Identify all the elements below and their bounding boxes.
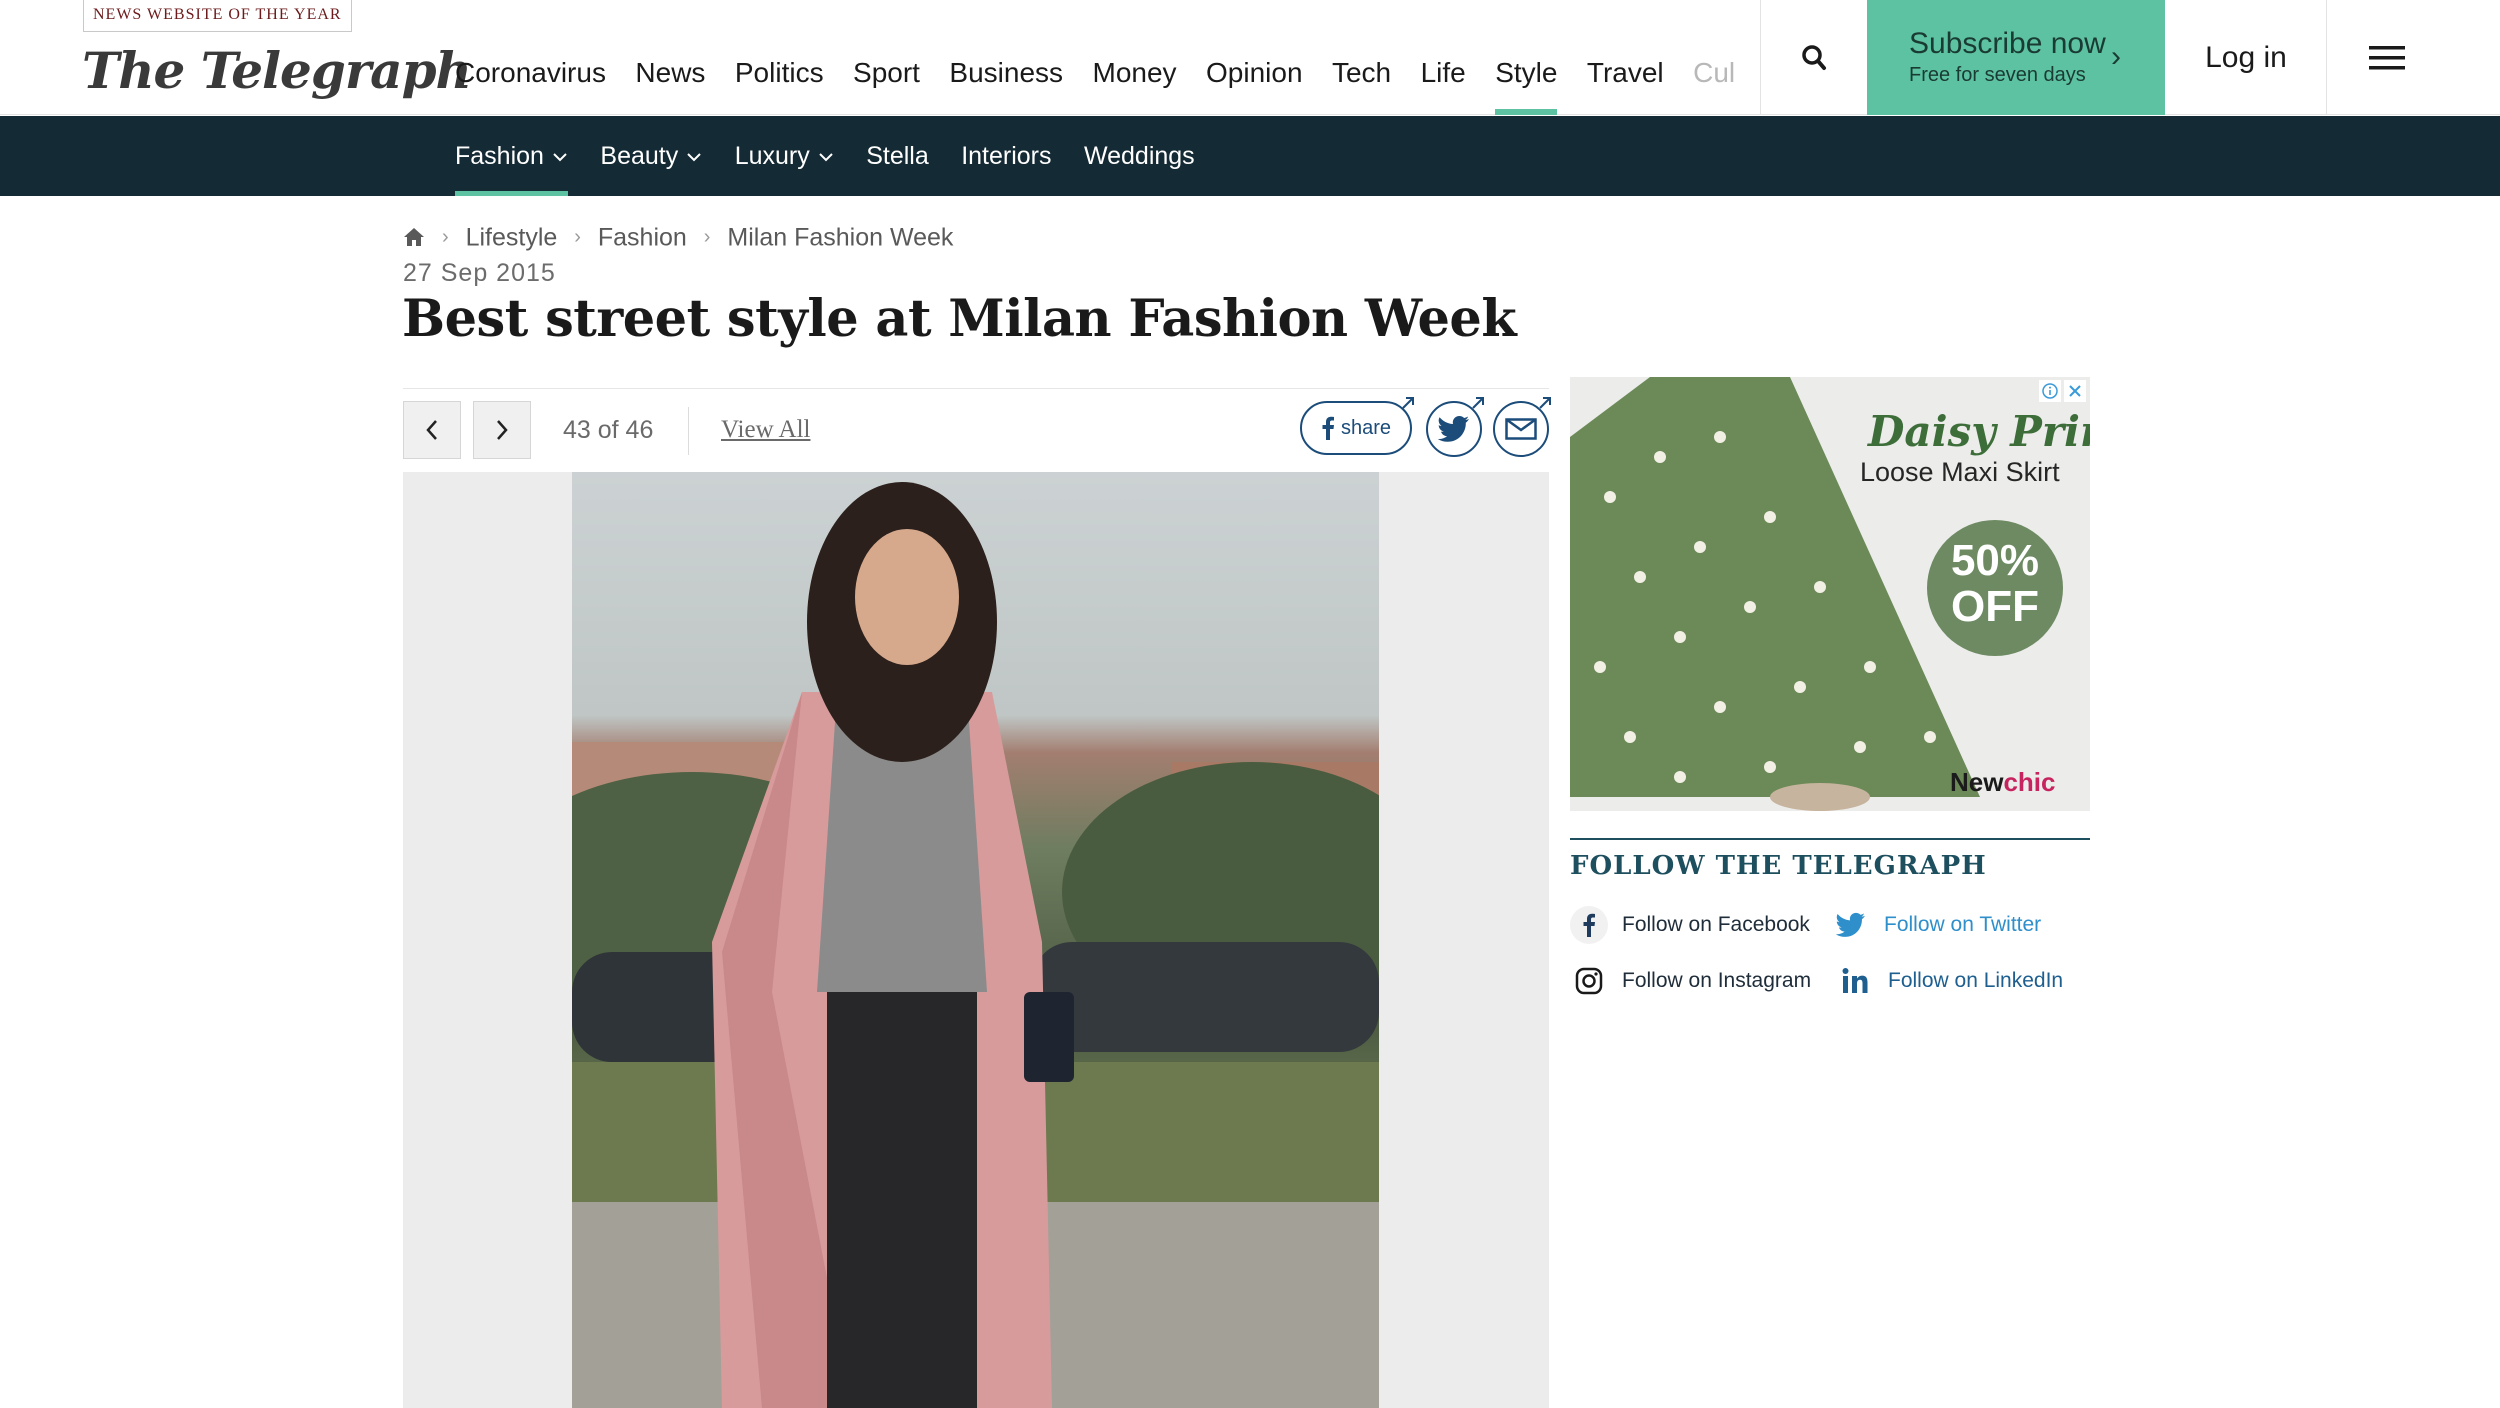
advertisement[interactable]: Daisy Print Loose Maxi Skirt 50% OFF New… [1570, 377, 2090, 811]
nav-item-money[interactable]: Money [1093, 0, 1177, 115]
sub-nav: Fashion Beauty Luxury Stella Interiors W… [0, 116, 2500, 196]
facebook-share-button[interactable]: share [1300, 397, 1414, 455]
chevron-right-icon: › [2111, 40, 2121, 73]
main-nav: Coronavirus News Politics Sport Business… [455, 0, 1735, 115]
view-all-link[interactable]: View All [721, 401, 810, 459]
top-header: NEWS WEBSITE OF THE YEAR The Telegraph C… [0, 0, 2500, 115]
nav-item-news[interactable]: News [635, 0, 705, 115]
subnav-item-beauty[interactable]: Beauty [600, 116, 702, 196]
follow-facebook-label: Follow on Facebook [1622, 913, 1810, 936]
chevron-down-icon [819, 153, 833, 162]
subscribe-button[interactable]: Subscribe now Free for seven days › [1867, 0, 2165, 115]
external-arrow-icon [1472, 397, 1484, 409]
nav-item-travel[interactable]: Travel [1587, 0, 1664, 115]
external-arrow-icon [1539, 397, 1551, 409]
previous-button[interactable] [403, 401, 461, 459]
breadcrumb-milan-fashion-week[interactable]: Milan Fashion Week [727, 223, 953, 251]
facebook-icon [1570, 906, 1608, 944]
nav-item-sport[interactable]: Sport [853, 0, 920, 115]
follow-twitter-label: Follow on Twitter [1884, 913, 2042, 936]
ad-title: Daisy Print [1868, 407, 2090, 456]
subnav-item-weddings[interactable]: Weddings [1084, 116, 1195, 196]
subscribe-title: Subscribe now [1909, 27, 2106, 60]
subnav-label: Luxury [734, 142, 810, 170]
breadcrumb-separator: › [441, 226, 449, 249]
menu-button[interactable] [2326, 0, 2446, 115]
breadcrumb-lifestyle[interactable]: Lifestyle [466, 223, 558, 251]
breadcrumb-separator: › [574, 226, 581, 249]
external-arrow-icon [1402, 397, 1414, 409]
subnav-item-luxury[interactable]: Luxury [735, 116, 834, 196]
chevron-down-icon [687, 153, 701, 162]
nav-item-business[interactable]: Business [949, 0, 1063, 115]
hamburger-menu-icon [2368, 45, 2405, 69]
article-headline: Best street style at Milan Fashion Week [402, 289, 1517, 349]
nav-item-coronavirus[interactable]: Coronavirus [455, 0, 606, 115]
subnav-item-stella[interactable]: Stella [866, 116, 929, 196]
share-label: share [1340, 416, 1392, 439]
home-icon[interactable] [403, 226, 425, 248]
subnav-item-interiors[interactable]: Interiors [961, 116, 1051, 196]
nav-item-life[interactable]: Life [1421, 0, 1466, 115]
breadcrumb-separator: › [703, 226, 711, 249]
ad-offer-badge: 50% OFF [1927, 520, 2063, 656]
follow-linkedin-link[interactable]: Follow on LinkedIn [1836, 962, 2063, 1000]
nav-item-tech[interactable]: Tech [1332, 0, 1391, 115]
nav-item-culture[interactable]: Cul [1693, 0, 1735, 115]
twitter-share-button[interactable] [1426, 397, 1484, 457]
award-badge: NEWS WEBSITE OF THE YEAR [83, 0, 352, 32]
ad-offer-off: OFF [1951, 582, 2039, 631]
telegraph-logo[interactable]: The Telegraph [82, 36, 472, 106]
divider [688, 407, 689, 455]
follow-linkedin-label: Follow on LinkedIn [1888, 969, 2064, 992]
breadcrumb-fashion[interactable]: Fashion [598, 223, 687, 251]
chevron-left-icon [426, 420, 437, 440]
ad-badges [2039, 380, 2086, 402]
subnav-item-fashion[interactable]: Fashion [455, 116, 568, 196]
next-button[interactable] [473, 401, 531, 459]
gallery-counter: 43 of 46 [563, 416, 654, 444]
subscribe-subtitle: Free for seven days [1909, 64, 2086, 86]
twitter-icon [1438, 416, 1469, 442]
ad-close-icon[interactable] [2064, 380, 2086, 402]
ad-brand-part2: chic [2003, 767, 2056, 797]
follow-instagram-label: Follow on Instagram [1622, 969, 1812, 992]
gallery-photo[interactable] [572, 472, 1379, 1408]
email-share-button[interactable] [1493, 397, 1551, 457]
follow-twitter-link[interactable]: Follow on Twitter [1832, 906, 2041, 944]
login-link[interactable]: Log in [2166, 0, 2326, 115]
gallery-image-frame [403, 472, 1549, 1408]
follow-facebook-link[interactable]: Follow on Facebook [1570, 906, 1810, 944]
follow-section: FOLLOW THE TELEGRAPH Follow on Facebook … [1570, 838, 2090, 1008]
follow-instagram-link[interactable]: Follow on Instagram [1570, 962, 1811, 1000]
ad-info-icon[interactable] [2039, 380, 2061, 402]
subnav-label: Beauty [600, 142, 679, 170]
street-style-photo-illustration [572, 482, 1379, 1408]
ad-brand-part1: New [1950, 767, 2004, 797]
ad-subtitle: Loose Maxi Skirt [1860, 457, 2060, 487]
breadcrumb: › Lifestyle › Fashion › Milan Fashion We… [403, 218, 953, 255]
chevron-right-icon [497, 420, 508, 440]
twitter-icon [1832, 906, 1870, 944]
nav-item-opinion[interactable]: Opinion [1206, 0, 1303, 115]
nav-item-politics[interactable]: Politics [735, 0, 824, 115]
search-button[interactable] [1760, 0, 1866, 115]
email-icon [1505, 418, 1537, 440]
ad-brand-logo: Newchic [1950, 767, 2056, 798]
nav-item-style[interactable]: Style [1495, 0, 1558, 115]
facebook-icon [1322, 416, 1334, 440]
follow-heading: FOLLOW THE TELEGRAPH [1570, 851, 1987, 881]
instagram-icon [1570, 962, 1608, 1000]
search-icon [1801, 44, 1826, 70]
chevron-down-icon [553, 153, 567, 162]
gallery-controls: 43 of 46 View All share [403, 388, 1551, 472]
linkedin-icon [1836, 962, 1874, 1000]
ad-offer-percent: 50% [1950, 536, 2040, 585]
subnav-label: Fashion [455, 142, 544, 170]
